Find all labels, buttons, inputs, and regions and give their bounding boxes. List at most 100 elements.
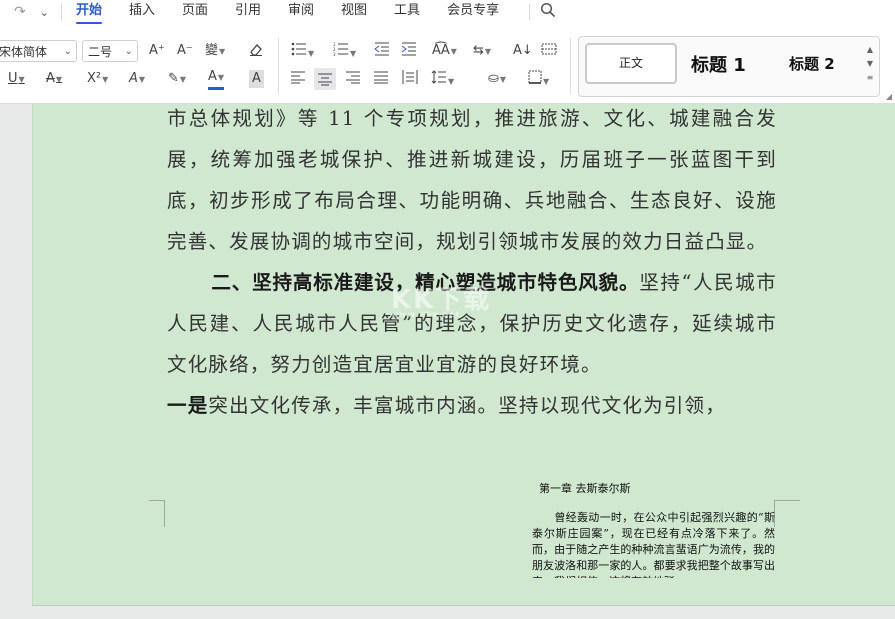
chevron-down-icon: ▼ bbox=[485, 47, 491, 56]
font-size-value: 二号 bbox=[85, 45, 112, 59]
borders-button[interactable]: ▼ bbox=[528, 70, 549, 88]
ribbon-divider bbox=[278, 38, 279, 94]
menu-divider bbox=[529, 4, 530, 20]
font-name-select[interactable]: 宋体简体 ⌄ bbox=[0, 40, 77, 62]
chevron-down-icon: ▼ bbox=[139, 75, 145, 84]
char-shading-button[interactable]: A bbox=[249, 70, 264, 88]
excerpt-body: 曾经轰动一时，在公众中引起强烈兴趣的“斯泰尔斯庄园案”，现在已经有点冷落下来了。… bbox=[532, 511, 775, 578]
phonetic-guide-button[interactable]: 變▼ bbox=[205, 42, 225, 60]
crop-mark-left bbox=[149, 500, 165, 527]
tab-member[interactable]: 会员专享 bbox=[447, 0, 499, 24]
chevron-down-icon: ▼ bbox=[219, 47, 225, 56]
align-right-button[interactable] bbox=[346, 70, 360, 88]
style-heading-1[interactable]: 标题 1 bbox=[691, 51, 746, 77]
dialog-launcher-icon[interactable]: ◢ bbox=[886, 92, 892, 101]
justify-icon bbox=[374, 70, 388, 84]
quick-access-toolbar: ↷ ⌄ bbox=[0, 4, 49, 20]
superscript-label: X² bbox=[87, 71, 101, 86]
table-marks-icon bbox=[541, 42, 557, 56]
paragraph-3[interactable]: 一是突出文化传承，丰富城市内涵。坚持以现代文化为引领， bbox=[167, 385, 777, 426]
show-marks-button[interactable] bbox=[541, 42, 557, 60]
more-styles-icon[interactable]: ≡ bbox=[865, 71, 875, 85]
strikethrough-button[interactable]: A▼ bbox=[46, 70, 62, 88]
chevron-down-icon: ▼ bbox=[19, 75, 25, 84]
strikethrough-label: A bbox=[46, 71, 55, 86]
phonetic-label: 變 bbox=[205, 43, 218, 58]
menu-bar: ↷ ⌄ 开始 插入 页面 引用 审阅 视图 工具 会员专享 bbox=[0, 0, 895, 24]
char-shading-label: A bbox=[252, 71, 261, 86]
change-case-icon: A͡A bbox=[432, 43, 450, 58]
search-icon[interactable] bbox=[540, 2, 556, 22]
chevron-down-icon: ▼ bbox=[451, 47, 457, 56]
chapter-title: 第一章 去斯泰尔斯 bbox=[539, 480, 631, 496]
underline-label: U bbox=[8, 71, 18, 86]
line-spacing-menu-button[interactable]: ⇆▼ bbox=[473, 42, 491, 60]
tab-insert[interactable]: 插入 bbox=[129, 0, 155, 24]
highlight-button[interactable]: ✎▼ bbox=[168, 70, 186, 88]
chevron-down-icon[interactable]: ⌄ bbox=[40, 6, 49, 19]
line-spacing-button[interactable]: ▼ bbox=[431, 70, 454, 88]
distribute-icon bbox=[402, 70, 418, 84]
font-color-button[interactable]: A▼ bbox=[208, 69, 224, 90]
line-spacing-icon bbox=[431, 70, 447, 84]
paragraph-1[interactable]: 市总体规划》等 11 个专项规划，推进旅游、文化、城建融合发展，统筹加强老城保护… bbox=[167, 98, 777, 262]
chevron-down-icon: ▼ bbox=[543, 77, 549, 86]
border-icon bbox=[528, 70, 542, 84]
justify-button[interactable] bbox=[374, 70, 388, 88]
tab-review[interactable]: 审阅 bbox=[288, 0, 314, 24]
style-normal[interactable]: 正文 bbox=[585, 43, 677, 84]
shading-button[interactable]: ⛀▼ bbox=[488, 70, 506, 88]
numbered-list-icon: 123 bbox=[333, 42, 349, 56]
text-effect-label: A bbox=[129, 71, 138, 86]
styles-gallery: 正文 标题 1 标题 2 ▲ ▼ ≡ bbox=[578, 36, 880, 97]
paint-bucket-icon: ⛀ bbox=[488, 71, 499, 86]
chevron-down-icon: ▼ bbox=[350, 49, 356, 58]
distributed-align-button[interactable] bbox=[402, 70, 418, 88]
excerpt-text[interactable]: 曾经轰动一时，在公众中引起强烈兴趣的“斯泰尔斯庄园案”，现在已经有点冷落下来了。… bbox=[532, 510, 775, 578]
watermark-logo: KK下载 www.kkx.net bbox=[391, 279, 491, 319]
chevron-up-icon[interactable]: ▲ bbox=[865, 43, 875, 57]
tab-page[interactable]: 页面 bbox=[182, 0, 208, 24]
paragraph-3-text: 突出文化传承，丰富城市内涵。坚持以现代文化为引领， bbox=[208, 394, 726, 417]
decrease-indent-button[interactable] bbox=[374, 42, 390, 60]
chevron-down-icon: ▼ bbox=[448, 77, 454, 86]
tab-home[interactable]: 开始 bbox=[76, 0, 102, 24]
highlight-icon: ✎ bbox=[168, 71, 179, 86]
tab-view[interactable]: 视图 bbox=[341, 0, 367, 24]
align-left-button[interactable] bbox=[291, 70, 305, 88]
text-direction-icon: ⇆ bbox=[473, 43, 484, 58]
svg-text:3: 3 bbox=[333, 52, 336, 56]
font-color-label: A bbox=[208, 69, 217, 84]
document-page[interactable]: 市总体规划》等 11 个专项规划，推进旅游、文化、城建融合发展，统筹加强老城保护… bbox=[32, 104, 895, 606]
superscript-button[interactable]: X²▼ bbox=[87, 70, 108, 88]
menu-divider bbox=[61, 4, 62, 20]
clear-format-button[interactable] bbox=[248, 41, 264, 59]
chevron-down-icon[interactable]: ▼ bbox=[865, 57, 875, 71]
tab-tools[interactable]: 工具 bbox=[394, 0, 420, 24]
chevron-down-icon: ▼ bbox=[180, 75, 186, 84]
document-body[interactable]: 市总体规划》等 11 个专项规划，推进旅游、文化、城建融合发展，统筹加强老城保护… bbox=[167, 98, 777, 426]
style-heading-2[interactable]: 标题 2 bbox=[789, 53, 835, 74]
ribbon: 宋体简体 ⌄ 二号 ⌄ A⁺ A⁻ 變▼ U▼ A▼ X²▼ A▼ ✎▼ A▼ … bbox=[0, 24, 895, 104]
chevron-down-icon: ▼ bbox=[218, 73, 224, 82]
tab-references[interactable]: 引用 bbox=[235, 0, 261, 24]
align-center-button[interactable] bbox=[314, 68, 336, 90]
align-right-icon bbox=[346, 70, 360, 84]
underline-button[interactable]: U▼ bbox=[8, 70, 25, 88]
grow-font-button[interactable]: A⁺ bbox=[149, 42, 165, 60]
bullet-list-button[interactable]: ▼ bbox=[291, 42, 314, 60]
redo-icon[interactable]: ↷ bbox=[14, 4, 26, 20]
font-size-select[interactable]: 二号 ⌄ bbox=[82, 40, 138, 62]
document-workspace: 市总体规划》等 11 个专项规划，推进旅游、文化、城建融合发展，统筹加强老城保护… bbox=[0, 104, 895, 619]
numbered-list-button[interactable]: 123▼ bbox=[333, 42, 356, 60]
change-case-button[interactable]: A͡A▼ bbox=[432, 42, 457, 60]
increase-indent-button[interactable] bbox=[401, 42, 417, 60]
font-name-value: 宋体简体 bbox=[0, 45, 47, 59]
text-effect-button[interactable]: A▼ bbox=[129, 70, 145, 88]
crop-mark-right bbox=[774, 500, 800, 527]
chevron-down-icon: ▼ bbox=[308, 49, 314, 58]
styles-scroll[interactable]: ▲ ▼ ≡ bbox=[865, 43, 875, 85]
sort-button[interactable]: A↓ bbox=[513, 42, 533, 60]
eraser-icon bbox=[248, 41, 264, 57]
shrink-font-button[interactable]: A⁻ bbox=[177, 42, 193, 60]
